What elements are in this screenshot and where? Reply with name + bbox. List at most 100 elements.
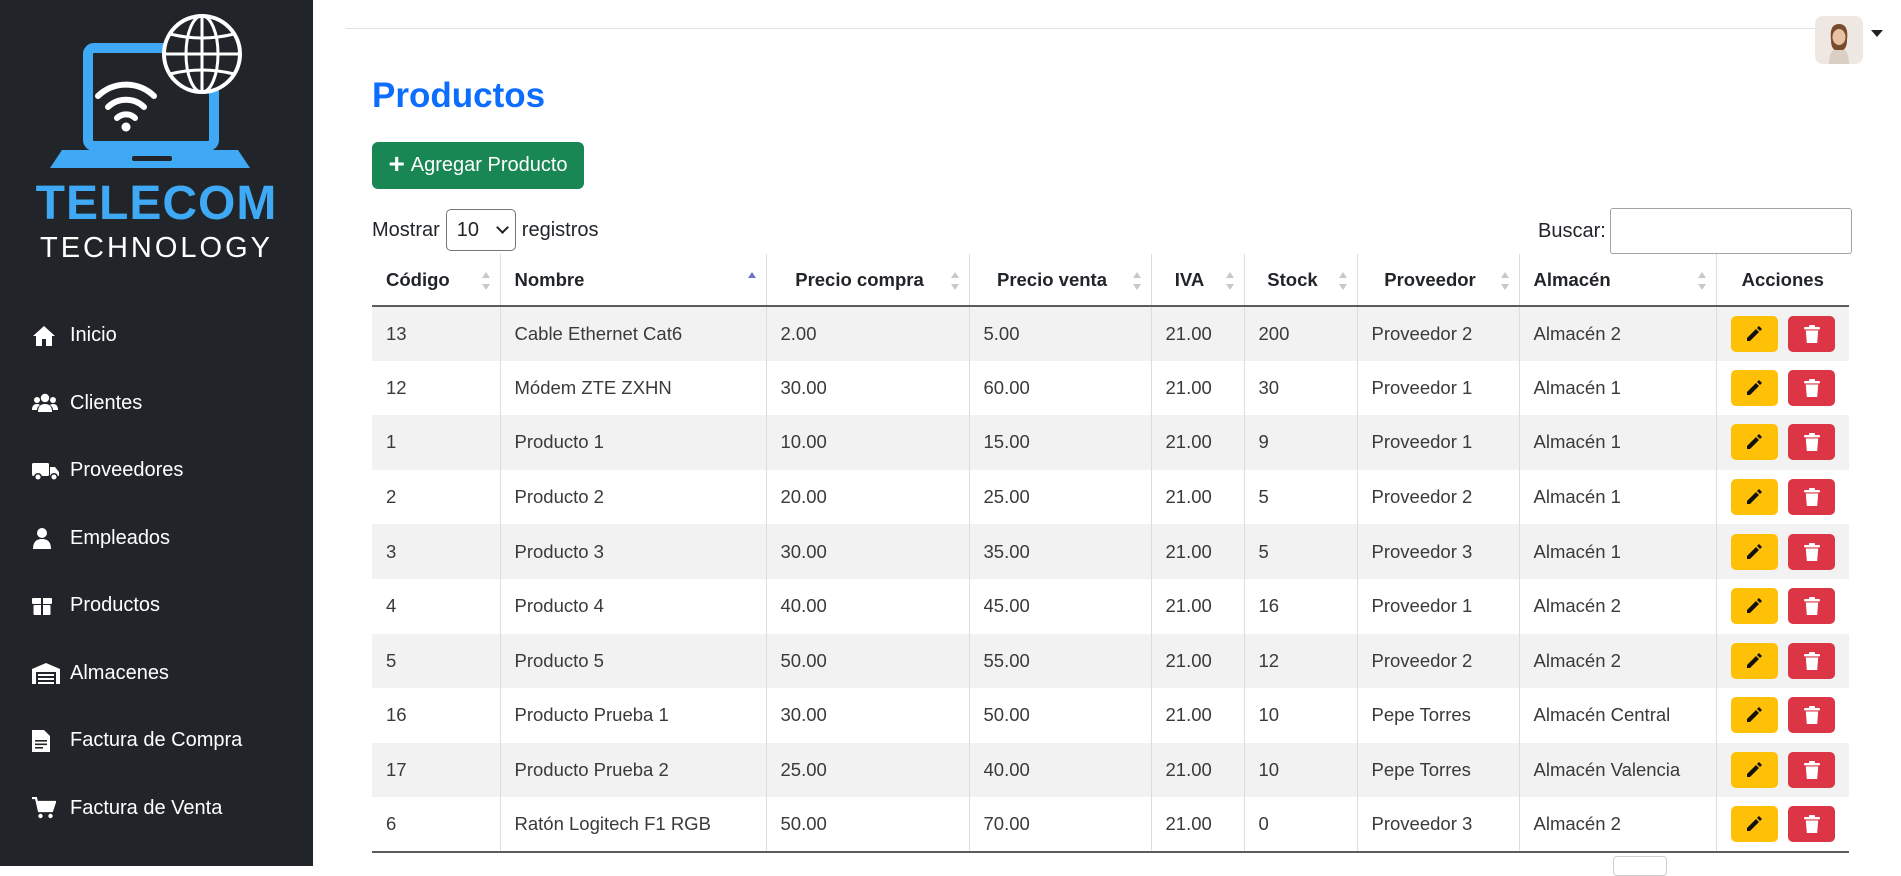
column-header-precio-compra[interactable]: Precio compra: [765, 254, 969, 307]
edit-button[interactable]: [1730, 369, 1778, 406]
sidebar-item-factura-compra[interactable]: Factura de Compra: [0, 707, 313, 775]
cell-stock: 5: [1243, 524, 1357, 579]
cell-precio-venta: 45.00: [968, 578, 1151, 634]
page-length-select[interactable]: 10: [445, 209, 516, 251]
delete-button[interactable]: [1788, 588, 1835, 625]
sort-asc-icon: [747, 272, 756, 290]
edit-button[interactable]: [1730, 479, 1778, 516]
trash-icon: [1803, 761, 1820, 780]
pencil-icon: [1747, 434, 1762, 450]
column-header-precio-venta[interactable]: Precio venta: [968, 254, 1151, 307]
sidebar-item-clientes[interactable]: Clientes: [0, 370, 313, 438]
sidebar-item-empleados[interactable]: Empleados: [0, 505, 313, 573]
sort-icon: [1697, 272, 1706, 290]
delete-button[interactable]: [1788, 369, 1835, 406]
sidebar-item-label: Almacenes: [70, 661, 169, 684]
table-row: 1 Producto 1 10.00 15.00 21.00 9 Proveedor 1 Al…: [372, 415, 1849, 470]
column-header-iva[interactable]: IVA: [1150, 254, 1244, 307]
cell-almacen: Almacén Central: [1518, 688, 1716, 743]
delete-button[interactable]: [1788, 642, 1835, 679]
cell-stock: 30: [1243, 360, 1357, 416]
trash-icon: [1803, 815, 1820, 834]
length-prefix: Mostrar: [372, 218, 440, 241]
edit-button[interactable]: [1730, 806, 1778, 843]
sort-icon: [1500, 272, 1509, 290]
cell-almacen: Almacén 1: [1518, 469, 1716, 525]
delete-button[interactable]: [1788, 533, 1835, 570]
sidebar-item-label: Clientes: [70, 391, 143, 414]
cell-codigo: 17: [372, 742, 500, 798]
home-icon: [32, 324, 60, 348]
pencil-icon: [1747, 379, 1762, 395]
pencil-icon: [1747, 762, 1762, 778]
delete-button[interactable]: [1788, 806, 1835, 843]
column-header-codigo[interactable]: Código: [372, 254, 500, 307]
cell-precio-compra: 2.00: [765, 306, 969, 361]
column-header-nombre[interactable]: Nombre: [499, 254, 766, 307]
sort-icon: [1338, 272, 1347, 290]
sidebar-item-productos[interactable]: Productos: [0, 572, 313, 640]
cell-iva: 21.00: [1150, 524, 1244, 579]
cell-precio-compra: 10.00: [765, 415, 969, 470]
table-header-row: Código Nombre Precio compra Precio venta…: [372, 254, 1849, 307]
cell-almacen: Almacén 1: [1518, 524, 1716, 579]
edit-button[interactable]: [1730, 697, 1778, 734]
cell-precio-venta: 60.00: [968, 360, 1151, 416]
cell-precio-venta: 5.00: [968, 306, 1151, 361]
delete-button[interactable]: [1788, 752, 1835, 789]
chevron-down-icon: [495, 221, 509, 234]
search-control: Buscar:: [1538, 208, 1852, 254]
cell-proveedor: Pepe Torres: [1356, 688, 1519, 743]
trash-icon: [1803, 542, 1820, 561]
column-header-stock[interactable]: Stock: [1243, 254, 1357, 307]
cell-acciones: [1715, 797, 1849, 853]
edit-button[interactable]: [1730, 315, 1778, 352]
cell-proveedor: Pepe Torres: [1356, 742, 1519, 798]
table-row: 5 Producto 5 50.00 55.00 21.00 12 Proveedor 2A…: [372, 633, 1849, 689]
sidebar-item-label: Productos: [70, 594, 161, 617]
cell-proveedor: Proveedor 1: [1356, 415, 1519, 470]
cell-precio-venta: 70.00: [968, 797, 1151, 853]
user-menu[interactable]: [1815, 16, 1885, 64]
cell-acciones: [1715, 469, 1849, 525]
cell-stock: 200: [1243, 306, 1357, 361]
cell-nombre: Producto 5: [499, 633, 766, 689]
edit-button[interactable]: [1730, 533, 1778, 570]
delete-button[interactable]: [1788, 315, 1835, 352]
sidebar-item-inicio[interactable]: Inicio: [0, 302, 313, 370]
table-row: 17 Producto Prueba 2 25.00 40.00 21.00 10 Pepe…: [372, 742, 1849, 798]
search-label: Buscar:: [1538, 219, 1606, 242]
cell-stock: 5: [1243, 469, 1357, 525]
chevron-down-icon: [1871, 29, 1883, 37]
cell-stock: 16: [1243, 578, 1357, 634]
column-header-almacen[interactable]: Almacén: [1518, 254, 1716, 307]
cell-codigo: 4: [386, 595, 397, 617]
add-product-button[interactable]: + Agregar Producto: [372, 142, 584, 189]
search-input[interactable]: [1609, 208, 1852, 254]
cell-nombre: Producto 4: [499, 578, 766, 634]
cell-precio-compra: 50.00: [765, 797, 969, 853]
table-row: 6 Ratón Logitech F1 RGB 50.00 70.00 21.00 0 Pr…: [372, 797, 1849, 853]
delete-button[interactable]: [1788, 424, 1835, 461]
cell-precio-venta: 40.00: [968, 742, 1151, 798]
cell-nombre: Producto 1: [499, 415, 766, 470]
pagination[interactable]: [1613, 856, 1667, 876]
sidebar-item-proveedores[interactable]: Proveedores: [0, 437, 313, 505]
trash-icon: [1803, 378, 1820, 397]
pencil-icon: [1747, 325, 1762, 341]
edit-button[interactable]: [1730, 424, 1778, 461]
edit-button[interactable]: [1730, 642, 1778, 679]
cell-precio-compra: 25.00: [765, 742, 969, 798]
sidebar-item-factura-venta[interactable]: Factura de Venta: [0, 775, 313, 843]
cell-precio-venta: 25.00: [968, 469, 1151, 525]
delete-button[interactable]: [1788, 697, 1835, 734]
sidebar-item-almacenes[interactable]: Almacenes: [0, 640, 313, 708]
cell-codigo: 5: [372, 633, 500, 689]
brand-line-1: TELECOM: [35, 177, 278, 230]
cell-almacen: Almacén Valencia: [1518, 742, 1716, 798]
cell-codigo: 12: [386, 376, 407, 398]
edit-button[interactable]: [1730, 588, 1778, 625]
delete-button[interactable]: [1788, 479, 1835, 516]
edit-button[interactable]: [1730, 752, 1778, 789]
column-header-proveedor[interactable]: Proveedor: [1356, 254, 1519, 307]
